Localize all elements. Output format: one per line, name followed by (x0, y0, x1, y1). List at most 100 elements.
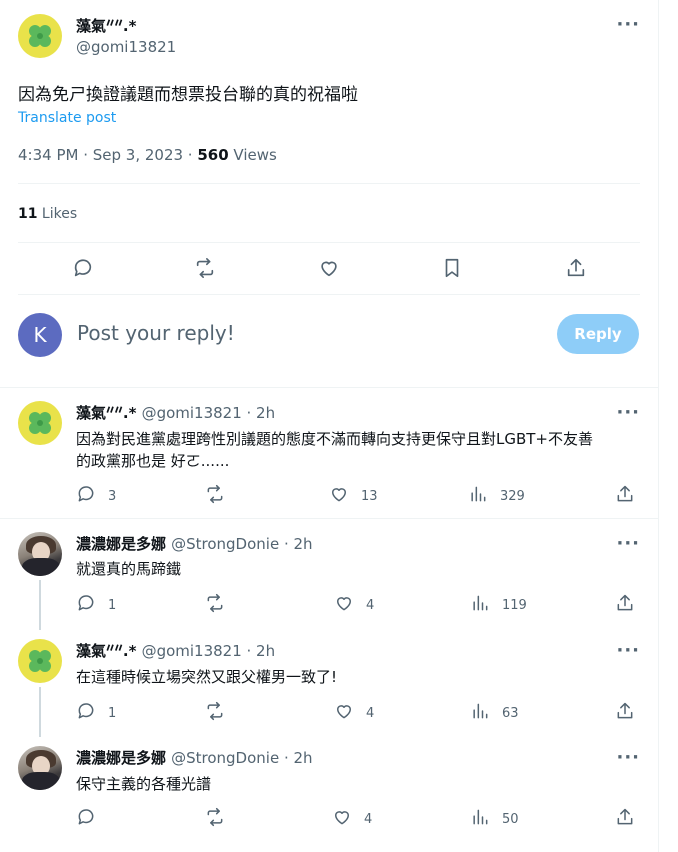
share-action[interactable] (615, 593, 635, 617)
reply-button[interactable]: Reply (557, 314, 639, 354)
reply-icon (76, 593, 96, 617)
repost-action[interactable] (205, 701, 225, 725)
author-handle[interactable]: @gomi13821 · 2h (142, 404, 276, 422)
likes-count: 11 (18, 206, 38, 222)
share-icon (615, 807, 635, 831)
share-icon[interactable] (565, 257, 587, 283)
views-action[interactable]: 50 (470, 807, 519, 831)
like-icon (329, 484, 349, 508)
repost-icon[interactable] (194, 257, 216, 283)
composer-avatar[interactable]: K (18, 313, 62, 357)
views-count: 560 (197, 146, 229, 164)
reply-text: 就還真的馬蹄鐵 (76, 560, 182, 578)
reply-input[interactable]: Post your reply! (77, 321, 235, 345)
reply-action[interactable]: 3 (76, 484, 116, 508)
post-thread: 藻氣ᐥᐥ.* @gomi13821 ··· 因為免ㄕ換證議題而想票投台聯的真的祝… (0, 0, 659, 852)
reply-count: 3 (108, 488, 117, 504)
author-handle[interactable]: @gomi13821 (76, 38, 176, 56)
avatar[interactable] (18, 14, 62, 58)
reply-header: 濃濃娜是多娜 @StrongDonie · 2h (76, 747, 313, 768)
thread-line (39, 580, 41, 630)
reply-count: 1 (108, 705, 117, 721)
views-icon (470, 807, 490, 831)
reply-header: 藻氣ᐥᐥ.* @gomi13821 · 2h (76, 402, 275, 423)
views-icon (470, 593, 490, 617)
like-action[interactable]: 4 (334, 701, 374, 725)
divider (18, 242, 640, 243)
more-options-icon[interactable]: ··· (616, 749, 640, 767)
author-name[interactable]: 濃濃娜是多娜 (76, 749, 166, 767)
views-label: Views (228, 146, 277, 164)
reply-text-line: 因為對民進黨處理跨性別議題的態度不滿而轉向支持更保守且對LGBT+不友善 (76, 430, 594, 448)
divider (0, 387, 658, 388)
author-name[interactable]: 濃濃娜是多娜 (76, 535, 166, 553)
author-handle[interactable]: @StrongDonie · 2h (171, 535, 312, 553)
more-options-icon[interactable]: ··· (616, 16, 640, 34)
reply-icon (76, 484, 96, 508)
author-handle[interactable]: @StrongDonie · 2h (171, 749, 312, 767)
repost-icon (205, 593, 225, 617)
like-action[interactable]: 4 (332, 807, 372, 831)
reply-action[interactable]: 1 (76, 593, 116, 617)
author-name[interactable]: 藻氣ᐥᐥ.* (76, 15, 136, 36)
like-icon (332, 807, 352, 831)
reply-action[interactable]: 1 (76, 701, 116, 725)
post-meta: 4:34 PM · Sep 3, 2023 · 560 Views (18, 146, 277, 164)
avatar[interactable] (18, 639, 62, 683)
reply-header: 藻氣ᐥᐥ.* @gomi13821 · 2h (76, 640, 275, 661)
like-count: 13 (361, 488, 378, 504)
more-options-icon[interactable]: ··· (616, 535, 640, 553)
likes-label: Likes (37, 206, 78, 222)
like-count: 4 (364, 811, 373, 827)
like-count: 4 (366, 597, 375, 613)
avatar[interactable] (18, 532, 62, 576)
share-icon (615, 484, 635, 508)
views-icon (470, 701, 490, 725)
like-action[interactable]: 4 (334, 593, 374, 617)
more-options-icon[interactable]: ··· (616, 642, 640, 660)
reply-icon (76, 807, 96, 831)
avatar[interactable] (18, 746, 62, 790)
views-count: 63 (502, 705, 519, 721)
repost-icon (205, 484, 225, 508)
reply-icon[interactable] (72, 257, 94, 283)
share-icon (615, 593, 635, 617)
author-name[interactable]: 藻氣ᐥᐥ.* (76, 404, 136, 422)
divider (0, 518, 658, 519)
share-action[interactable] (615, 807, 635, 831)
repost-action[interactable] (205, 807, 225, 831)
thread-line (39, 687, 41, 737)
share-icon (615, 701, 635, 725)
composer-avatar-letter: K (33, 323, 47, 347)
reply-text: 在這種時候立場突然又跟父權男一致了! (76, 668, 338, 686)
repost-icon (205, 701, 225, 725)
more-options-icon[interactable]: ··· (616, 404, 640, 422)
share-action[interactable] (615, 484, 635, 508)
reply-count: 1 (108, 597, 117, 613)
clover-icon (29, 412, 51, 434)
views-count: 50 (502, 811, 519, 827)
clover-icon (29, 650, 51, 672)
timestamp[interactable]: 4:34 PM · Sep 3, 2023 · (18, 146, 197, 164)
like-count: 4 (366, 705, 375, 721)
bookmark-icon[interactable] (441, 257, 463, 283)
views-action[interactable]: 63 (470, 701, 519, 725)
views-action[interactable]: 119 (470, 593, 527, 617)
like-icon (334, 701, 354, 725)
views-icon (468, 484, 488, 508)
divider (18, 183, 640, 184)
like-icon[interactable] (318, 257, 340, 283)
translate-link[interactable]: Translate post (18, 110, 116, 126)
repost-action[interactable] (205, 484, 225, 508)
post-text: 因為免ㄕ換證議題而想票投台聯的真的祝福啦 (18, 85, 358, 105)
likes-stat[interactable]: 11 Likes (18, 206, 77, 222)
author-handle[interactable]: @gomi13821 · 2h (142, 642, 276, 660)
views-action[interactable]: 329 (468, 484, 525, 508)
author-name[interactable]: 藻氣ᐥᐥ.* (76, 642, 136, 660)
views-count: 329 (500, 488, 525, 504)
reply-action[interactable] (76, 807, 108, 831)
repost-action[interactable] (205, 593, 225, 617)
avatar[interactable] (18, 401, 62, 445)
share-action[interactable] (615, 701, 635, 725)
like-action[interactable]: 13 (329, 484, 378, 508)
